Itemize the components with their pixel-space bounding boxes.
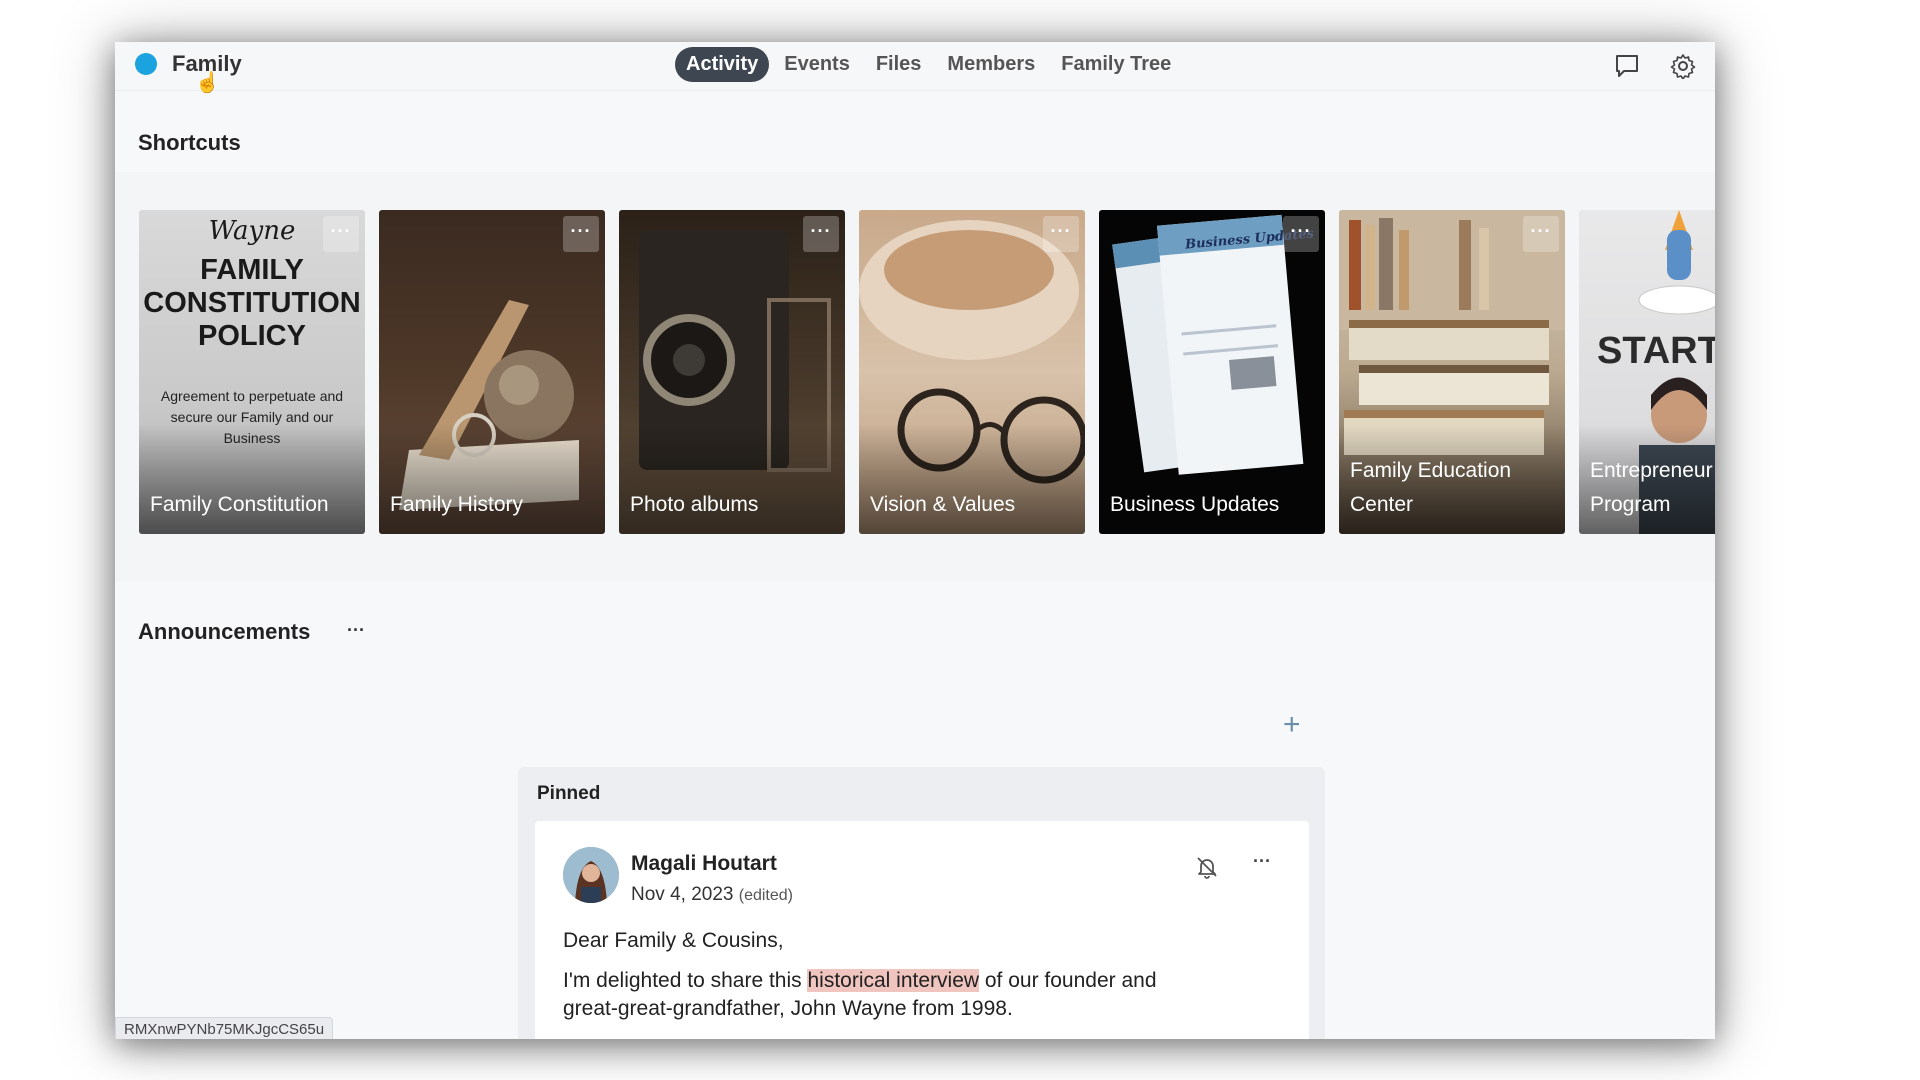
- family-avatar-dot[interactable]: [135, 53, 157, 75]
- pinned-section: Pinned Magali Houtart Nov 4, 2023 (edite…: [518, 767, 1325, 1039]
- avatar[interactable]: [563, 847, 619, 903]
- post-more-icon[interactable]: ···: [1253, 851, 1271, 872]
- tab-activity[interactable]: Activity: [675, 47, 770, 82]
- shortcut-label: Entrepreneur Program: [1590, 459, 1713, 516]
- post-author[interactable]: Magali Houtart: [631, 852, 777, 876]
- post-greeting: Dear Family & Cousins,: [563, 929, 784, 952]
- mute-notifications-icon[interactable]: [1195, 855, 1219, 884]
- shortcut-label: Family Constitution: [150, 493, 329, 516]
- pinned-label: Pinned: [537, 783, 601, 804]
- more-options-icon[interactable]: ···: [803, 216, 839, 252]
- shortcut-label: Business Updates: [1110, 488, 1317, 522]
- settings-icon[interactable]: [1669, 52, 1697, 80]
- historical-interview-link[interactable]: historical interview: [807, 969, 980, 992]
- shortcuts-title: Shortcuts: [138, 130, 241, 155]
- post-body-text: I'm delighted to share this: [563, 969, 808, 992]
- post-date-text: Nov 4, 2023: [631, 884, 734, 905]
- announcements-title: Announcements: [138, 619, 311, 644]
- shortcut-vision-values[interactable]: Vision & Values ···: [859, 210, 1085, 534]
- poster-title: START: [1597, 330, 1715, 372]
- add-announcement-button[interactable]: +: [1283, 708, 1301, 742]
- edited-label: (edited): [738, 887, 793, 904]
- announcements-more-icon[interactable]: ···: [347, 620, 365, 641]
- pinned-post[interactable]: Magali Houtart Nov 4, 2023 (edited) ··· …: [535, 821, 1309, 1039]
- shortcut-entrepreneur-program[interactable]: START Entrepreneur Program: [1579, 210, 1715, 534]
- tab-members[interactable]: Members: [936, 47, 1046, 82]
- post-date: Nov 4, 2023 (edited): [631, 884, 793, 906]
- post-body-line1: I'm delighted to share this historical i…: [563, 969, 1157, 993]
- hand-cursor-icon: ☝: [195, 72, 220, 94]
- shortcut-label: Family History: [390, 493, 524, 516]
- tab-family-tree[interactable]: Family Tree: [1050, 47, 1182, 82]
- more-options-icon[interactable]: ···: [1523, 216, 1559, 252]
- card-image: [1099, 210, 1325, 534]
- post-body-text: of our founder and: [979, 969, 1157, 992]
- shortcut-label: Vision & Values: [870, 493, 1016, 516]
- more-options-icon[interactable]: ···: [1283, 216, 1319, 252]
- chat-icon[interactable]: [1613, 52, 1641, 80]
- main-nav: Activity Events Files Members Family Tre…: [675, 47, 1182, 82]
- post-body-line2: great-great-grandfather, John Wayne from…: [563, 997, 1013, 1020]
- shortcut-label: Photo albums: [630, 493, 759, 516]
- tab-events[interactable]: Events: [773, 47, 861, 82]
- url-status-tooltip: RMXnwPYNb75MKJgcCS65u: [115, 1017, 334, 1039]
- shortcut-photo-albums[interactable]: Photo albums ···: [619, 210, 845, 534]
- shortcut-family-history[interactable]: Family History ···: [379, 210, 605, 534]
- app-window: Family ☝ Activity Events Files Members F…: [115, 42, 1715, 1039]
- shortcut-family-education-center[interactable]: Family Education Center ···: [1339, 210, 1565, 534]
- shortcut-label: Family Education Center: [1350, 459, 1512, 516]
- poster-title: FAMILY CONSTITUTION POLICY: [143, 254, 361, 352]
- shortcut-business-updates[interactable]: Business Updates Business Updates ···: [1099, 210, 1325, 534]
- tab-files[interactable]: Files: [865, 47, 933, 82]
- top-bar: Family ☝ Activity Events Files Members F…: [115, 42, 1715, 94]
- more-options-icon[interactable]: ···: [323, 216, 359, 252]
- more-options-icon[interactable]: ···: [563, 216, 599, 252]
- shortcut-family-constitution[interactable]: Wayne FAMILY CONSTITUTION POLICY Agreeme…: [139, 210, 365, 534]
- more-options-icon[interactable]: ···: [1043, 216, 1079, 252]
